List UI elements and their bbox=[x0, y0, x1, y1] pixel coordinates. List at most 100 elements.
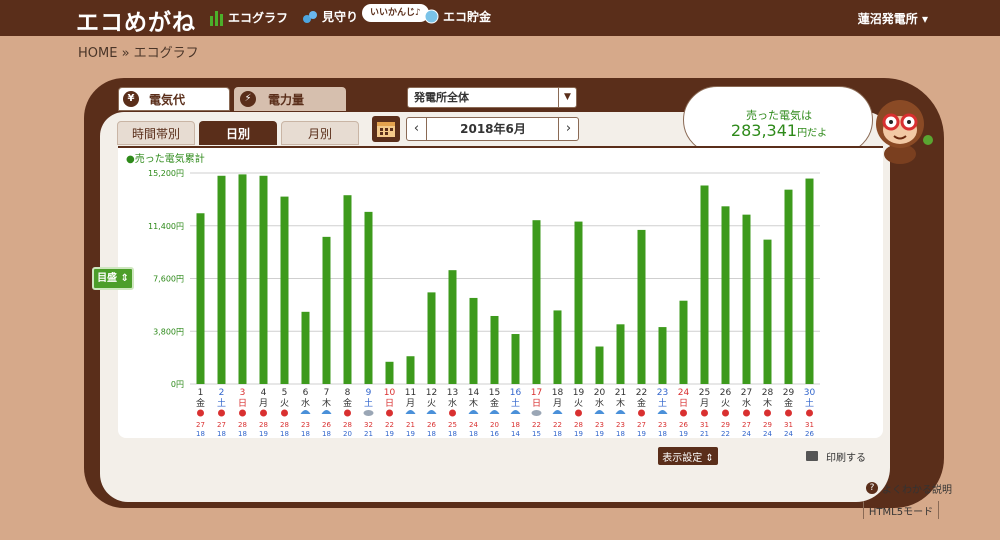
x-tick-weekday: 金 bbox=[196, 397, 205, 409]
x-tick-day: 25 bbox=[699, 388, 710, 398]
temp-low: 15 bbox=[532, 430, 541, 438]
x-tick-day: 9 bbox=[366, 388, 372, 398]
temp-high: 27 bbox=[196, 421, 205, 429]
x-tick-day: 4 bbox=[261, 388, 267, 398]
temp-low: 14 bbox=[511, 430, 520, 438]
x-tick-weekday: 火 bbox=[427, 398, 436, 409]
temp-low: 19 bbox=[595, 430, 604, 438]
temp-high: 27 bbox=[637, 421, 646, 429]
sun-icon bbox=[239, 409, 246, 417]
coin-icon bbox=[424, 9, 439, 24]
temp-high: 22 bbox=[385, 421, 394, 429]
y-tick-label: 7,600円 bbox=[153, 275, 184, 284]
temp-high: 23 bbox=[616, 421, 625, 429]
bar bbox=[805, 178, 814, 384]
bar bbox=[721, 206, 730, 384]
temp-high: 31 bbox=[784, 421, 793, 429]
bar bbox=[322, 236, 331, 384]
x-tick-weekday: 火 bbox=[280, 398, 289, 409]
sun-icon bbox=[575, 409, 582, 417]
temp-high: 26 bbox=[322, 421, 331, 429]
x-tick-weekday: 水 bbox=[595, 397, 604, 409]
x-tick-weekday: 木 bbox=[616, 397, 625, 409]
daily-bar-chart: ●売った電気累計0円3,800円7,600円11,400円15,200円1金27… bbox=[126, 152, 820, 438]
x-tick-weekday: 水 bbox=[448, 397, 457, 409]
chart-legend: ●売った電気累計 bbox=[126, 152, 205, 165]
x-tick-day: 11 bbox=[405, 388, 416, 398]
temp-low: 26 bbox=[805, 430, 814, 438]
temp-low: 18 bbox=[280, 430, 289, 438]
sun-icon bbox=[218, 409, 225, 417]
temp-high: 23 bbox=[301, 421, 310, 429]
x-tick-weekday: 土 bbox=[364, 397, 373, 409]
temp-low: 24 bbox=[763, 430, 772, 438]
sun-icon bbox=[743, 409, 750, 417]
top-bar: エコめがね エコグラフ 見守り いいかんじ♪ エコ貯金 蓮沼発電所 ▾ bbox=[0, 0, 1000, 36]
temp-low: 19 bbox=[406, 430, 415, 438]
umbrella-icon bbox=[552, 410, 563, 414]
y-tick-label: 11,400円 bbox=[148, 222, 184, 231]
sun-icon bbox=[722, 409, 729, 417]
plant-select[interactable]: 発電所全体 ▼ bbox=[407, 87, 577, 108]
nav-eco-graph[interactable]: エコグラフ bbox=[210, 8, 288, 26]
display-settings-button[interactable]: 表示設定 ⇕ bbox=[658, 447, 718, 465]
temp-high: 29 bbox=[721, 421, 730, 429]
bar bbox=[616, 324, 625, 384]
temp-high: 18 bbox=[511, 421, 520, 429]
html5-mode-button[interactable]: HTML5モード bbox=[863, 501, 939, 519]
x-tick-weekday: 土 bbox=[658, 397, 667, 409]
bar bbox=[238, 174, 247, 384]
x-tick-weekday: 月 bbox=[259, 398, 268, 409]
temp-high: 24 bbox=[469, 421, 478, 429]
earnings-speech-bubble: 売った電気は 283,341円だよ bbox=[683, 86, 873, 154]
breadcrumb[interactable]: HOME » エコグラフ bbox=[78, 42, 199, 61]
bar bbox=[301, 311, 310, 384]
x-tick-weekday: 土 bbox=[805, 397, 814, 409]
x-tick-day: 23 bbox=[657, 388, 668, 398]
prev-month-button[interactable]: ‹ bbox=[407, 118, 427, 140]
x-tick-weekday: 日 bbox=[532, 398, 541, 409]
bar bbox=[637, 229, 646, 384]
x-tick-day: 10 bbox=[384, 388, 396, 398]
sun-icon bbox=[764, 409, 771, 417]
print-button[interactable]: 印刷する bbox=[806, 447, 866, 465]
temp-low: 22 bbox=[721, 430, 730, 438]
tab-electricity-amount-label: 電力量 bbox=[268, 92, 305, 107]
plant-menu[interactable]: 蓮沼発電所 ▾ bbox=[858, 10, 928, 27]
next-month-button[interactable]: › bbox=[558, 118, 578, 140]
x-tick-day: 24 bbox=[678, 388, 690, 398]
bar bbox=[679, 300, 688, 384]
temp-low: 18 bbox=[217, 430, 226, 438]
temp-low: 20 bbox=[343, 430, 352, 438]
tab-daily[interactable]: 日別 bbox=[199, 121, 277, 145]
temp-low: 18 bbox=[196, 430, 205, 438]
cloud-icon bbox=[363, 410, 374, 416]
tab-monthly[interactable]: 月別 bbox=[281, 121, 359, 145]
calendar-icon[interactable] bbox=[372, 116, 400, 142]
app-logo[interactable]: エコめがね bbox=[76, 3, 196, 37]
x-tick-weekday: 金 bbox=[637, 397, 646, 409]
x-tick-weekday: 土 bbox=[217, 397, 226, 409]
x-tick-day: 3 bbox=[240, 388, 246, 398]
temp-high: 25 bbox=[448, 421, 457, 429]
scale-toggle-button[interactable]: 目盛 ⇕ bbox=[92, 267, 134, 290]
temp-low: 18 bbox=[658, 430, 667, 438]
x-tick-day: 7 bbox=[324, 388, 330, 398]
tab-electricity-cost-label: 電気代 bbox=[149, 92, 186, 107]
temp-low: 18 bbox=[469, 430, 478, 438]
nav-mimamori[interactable]: 見守り bbox=[302, 8, 358, 25]
nav-mimamori-label: 見守り bbox=[322, 10, 359, 24]
nav-eco-savings[interactable]: エコ貯金 bbox=[424, 8, 491, 25]
temp-high: 28 bbox=[238, 421, 247, 429]
temp-low: 16 bbox=[490, 430, 499, 438]
x-tick-day: 20 bbox=[594, 388, 606, 398]
tab-hourly[interactable]: 時間帯別 bbox=[117, 121, 195, 145]
tab-electricity-amount[interactable]: ⚡ 電力量 bbox=[234, 87, 346, 111]
umbrella-icon bbox=[489, 410, 500, 414]
bar bbox=[595, 346, 604, 384]
x-tick-day: 14 bbox=[468, 388, 480, 398]
help-link[interactable]: ? よくわかる説明 bbox=[866, 481, 952, 496]
printer-icon bbox=[806, 451, 818, 461]
tab-electricity-cost[interactable]: ¥ 電気代 bbox=[118, 87, 230, 111]
temp-low: 18 bbox=[238, 430, 247, 438]
